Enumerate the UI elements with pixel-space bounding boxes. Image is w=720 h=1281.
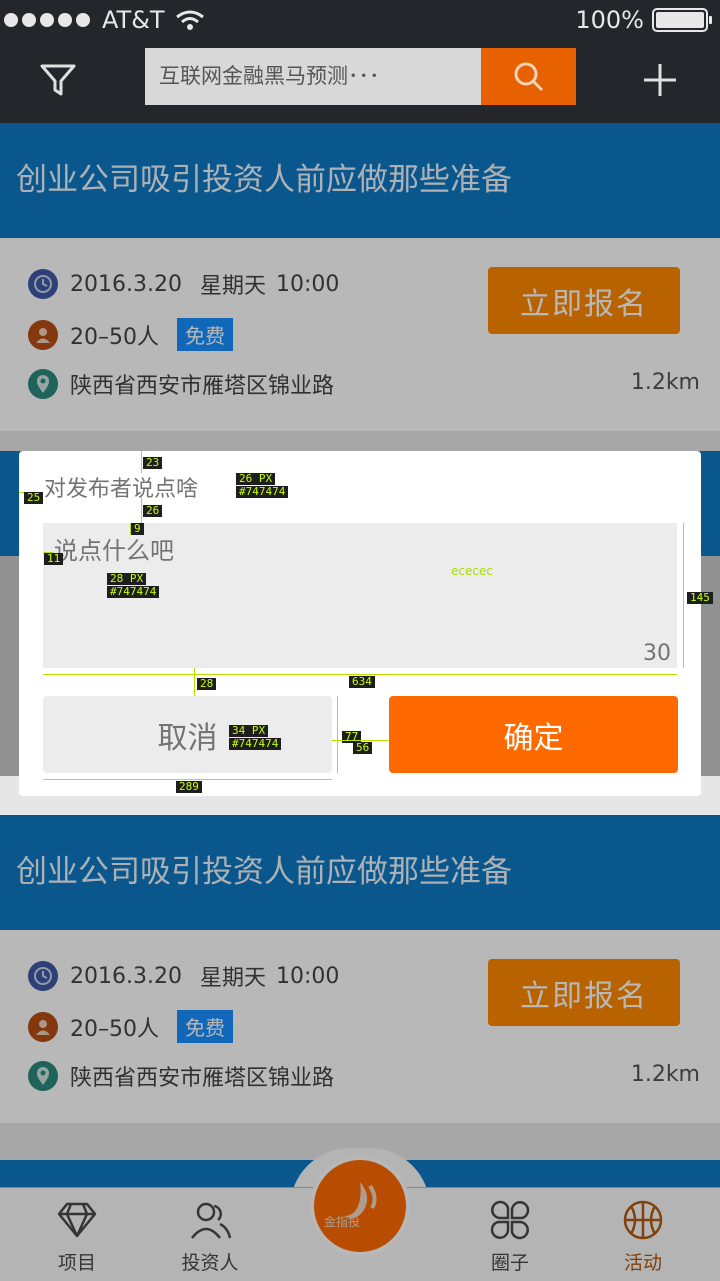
clock-icon	[28, 961, 58, 991]
event-distance: 1.2km	[630, 1062, 700, 1087]
confirm-button[interactable]: 确定	[389, 696, 678, 773]
signup-button[interactable]: 立即报名	[488, 959, 680, 1026]
dim-label: 634	[349, 676, 375, 688]
event-address: 陕西省西安市雁塔区锦业路	[70, 1066, 335, 1091]
signal-strength-icon	[4, 13, 94, 27]
diamond-icon	[57, 1202, 97, 1238]
event-attendees: 20–50人	[70, 324, 159, 350]
clover-icon	[490, 1200, 530, 1240]
price-badge: 免费	[177, 318, 233, 351]
event-time: 10:00	[275, 963, 340, 989]
center-logo-button[interactable]: 金指投	[310, 1156, 410, 1256]
location-pin-icon	[28, 369, 58, 399]
event-address-row: 陕西省西安市雁塔区锦业路	[28, 368, 334, 400]
dim-line	[141, 451, 142, 473]
filter-icon[interactable]	[38, 60, 78, 100]
clock-icon	[28, 269, 58, 299]
dialog-title: 对发布者说点啥	[44, 477, 199, 502]
event-address-row: 陕西省西安市雁塔区锦业路	[28, 1060, 334, 1092]
tab-projects[interactable]: 项目	[27, 1198, 127, 1275]
dim-label: 23	[143, 457, 163, 469]
tab-label: 活动	[623, 1252, 662, 1274]
event-title[interactable]: 创业公司吸引投资人前应做那些准备	[0, 123, 720, 238]
event-date: 2016.3.20	[70, 271, 182, 297]
dim-line	[194, 668, 195, 696]
event-card: 2016.3.20 星期天 10:00 20–50人 免费 陕西省西安市雁塔区锦…	[0, 238, 720, 431]
bg-color-label: ececec	[451, 564, 493, 578]
dim-label: 11	[44, 553, 64, 565]
signup-button[interactable]: 立即报名	[488, 267, 680, 334]
dim-label: 9	[131, 523, 144, 535]
event-attendees-row: 20–50人 免费	[28, 1010, 233, 1043]
tab-label: 圈子	[490, 1252, 529, 1274]
event-datetime: 2016.3.20 星期天 10:00	[28, 268, 339, 300]
top-nav-bar: 互联网金融黑马预测･･･	[0, 40, 720, 123]
event-title[interactable]: 创业公司吸引投资人前应做那些准备	[0, 815, 720, 930]
event-attendees-row: 20–50人 免费	[28, 318, 233, 351]
event-time: 10:00	[275, 271, 340, 297]
dim-label: 26	[143, 505, 163, 517]
font-color-label: #747474	[229, 738, 282, 750]
carrier-label: AT&T	[102, 6, 165, 34]
dim-line	[337, 696, 338, 773]
logo-text: 金指投	[324, 1215, 361, 1229]
char-counter: 30	[643, 641, 671, 666]
dim-line	[141, 497, 142, 523]
people-icon	[191, 1202, 232, 1239]
font-size-label: 34 PX	[229, 725, 269, 737]
person-icon	[28, 319, 58, 350]
tab-circle[interactable]: 圈子	[460, 1198, 560, 1275]
price-badge: 免费	[177, 1010, 233, 1043]
card-divider	[0, 431, 720, 451]
event-weekday: 星期天	[199, 274, 266, 299]
basketball-icon	[623, 1200, 663, 1240]
tab-label: 项目	[57, 1252, 96, 1274]
tab-events[interactable]: 活动	[593, 1198, 693, 1275]
dim-label: 25	[24, 492, 44, 504]
event-distance: 1.2km	[630, 370, 700, 395]
event-address: 陕西省西安市雁塔区锦业路	[70, 374, 335, 399]
dim-line	[683, 523, 684, 668]
cancel-button[interactable]: 取消	[43, 696, 332, 773]
battery-percent: 100%	[575, 6, 644, 34]
location-pin-icon	[28, 1061, 58, 1091]
dim-label: 28	[197, 678, 217, 690]
search-input[interactable]: 互联网金融黑马预测･･･	[145, 48, 481, 105]
dim-label: 289	[176, 781, 202, 793]
dim-label: 56	[353, 742, 373, 754]
search-button[interactable]	[481, 48, 576, 105]
font-size-label: 26 PX	[236, 473, 276, 485]
textarea-placeholder: 说点什么吧	[54, 537, 174, 565]
status-bar: AT&T 100%	[0, 0, 720, 40]
event-datetime: 2016.3.20 星期天 10:00	[28, 960, 339, 992]
event-date: 2016.3.20	[70, 963, 182, 989]
font-color-label: #747474	[107, 586, 160, 598]
battery-icon	[652, 8, 712, 32]
plus-icon[interactable]	[640, 60, 680, 100]
event-attendees: 20–50人	[70, 1016, 159, 1042]
search-icon	[514, 62, 543, 91]
font-size-label: 28 PX	[107, 573, 147, 585]
dim-label: 145	[687, 592, 713, 604]
tab-label: 投资人	[181, 1252, 239, 1274]
font-color-label: #747474	[236, 486, 289, 498]
event-weekday: 星期天	[199, 966, 266, 991]
event-card: 2016.3.20 星期天 10:00 20–50人 免费 陕西省西安市雁塔区锦…	[0, 930, 720, 1123]
wifi-icon	[175, 10, 204, 30]
tab-investors[interactable]: 投资人	[160, 1198, 260, 1275]
person-icon	[28, 1011, 58, 1042]
